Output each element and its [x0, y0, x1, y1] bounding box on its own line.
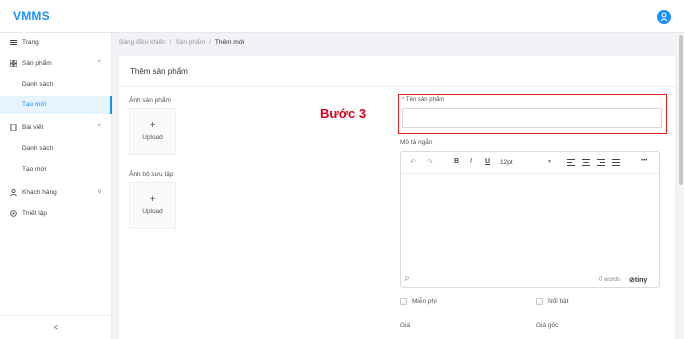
sidebar-subitem-product-list[interactable]: Danh sách	[0, 76, 112, 94]
sidebar-subitem-post-list[interactable]: Danh sách	[0, 140, 112, 158]
original-price-label: Giá gốc	[536, 322, 559, 329]
sidebar-item-products[interactable]: Sản phẩm ^	[0, 55, 112, 73]
undo-icon[interactable]: ↶	[410, 158, 416, 166]
sidebar-item-customers[interactable]: Khách hàng v	[0, 184, 112, 202]
align-center-icon[interactable]	[582, 159, 590, 166]
dashboard-icon	[10, 40, 17, 45]
sidebar-item-label: Danh sách	[22, 145, 54, 152]
word-count: 0 words	[599, 277, 621, 283]
gear-icon	[10, 210, 17, 217]
breadcrumb-current: Thêm mới	[214, 39, 245, 46]
sidebar-item-label: Tạo mới	[22, 101, 47, 108]
sidebar-item-label: Sản phẩm	[22, 60, 52, 67]
underline-button[interactable]: U	[485, 158, 490, 165]
breadcrumb-dashboard[interactable]: Bảng điều khiển	[119, 39, 166, 46]
gallery-label: Ảnh bộ sưu tập	[129, 171, 174, 178]
product-name-label-text: Tên sản phẩm	[405, 97, 445, 103]
sidebar-item-label: Danh sách	[22, 81, 54, 88]
sidebar-item-label: Tạo mới	[22, 166, 47, 173]
user-icon	[10, 189, 17, 196]
editor-content-area[interactable]	[401, 174, 659, 274]
sidebar-subitem-post-create[interactable]: Tạo mới	[0, 161, 112, 179]
collapse-sidebar-button[interactable]: <	[0, 315, 112, 339]
sidebar-item-posts[interactable]: Bài viết ^	[0, 119, 112, 137]
plus-icon: +	[149, 120, 156, 131]
page-scrollbar[interactable]	[678, 33, 684, 339]
chevron-down-icon: ▼	[547, 159, 552, 165]
grid-icon	[10, 60, 17, 67]
scrollbar-thumb[interactable]	[679, 35, 683, 185]
free-checkbox[interactable]	[400, 298, 407, 305]
breadcrumb-separator: /	[209, 39, 211, 46]
product-image-upload[interactable]: + Upload	[129, 108, 176, 155]
product-name-label: * Tên sản phẩm	[402, 97, 444, 103]
short-description-label: Mô tả ngắn	[400, 139, 433, 146]
upload-text: Upload	[142, 134, 163, 141]
italic-button[interactable]: I	[470, 158, 472, 165]
divider	[119, 86, 675, 87]
sidebar-item-settings[interactable]: Thiết lập	[0, 205, 112, 223]
redo-icon[interactable]: ↷	[427, 158, 433, 166]
font-size-select[interactable]: 12pt ▼	[497, 156, 555, 170]
font-size-value: 12pt	[500, 159, 513, 166]
editor-toolbar: ↶ ↷ B I U 12pt ▼ •••	[401, 152, 659, 174]
breadcrumb-products[interactable]: Sản phẩm	[175, 39, 205, 46]
sidebar-item-label: Thiết lập	[22, 210, 47, 217]
product-image-label: Ảnh sản phẩm	[129, 97, 171, 104]
sidebar-subitem-product-create[interactable]: Tạo mới	[0, 96, 112, 114]
featured-checkbox[interactable]	[536, 298, 543, 305]
sidebar-item-dashboard[interactable]: Trang	[0, 34, 112, 52]
breadcrumb: Bảng điều khiển / Sản phẩm / Thêm mới	[119, 39, 244, 46]
align-right-icon[interactable]	[597, 159, 605, 166]
tiny-logo: ⊘tiny	[629, 277, 648, 284]
tiny-brand-text: tiny	[634, 277, 648, 284]
element-path: P	[405, 277, 410, 283]
document-icon	[10, 124, 17, 131]
required-mark: *	[402, 97, 405, 103]
sidebar-item-label: Trang	[22, 39, 39, 46]
page-title: Thêm sản phẩm	[130, 67, 188, 76]
chevron-up-icon: ^	[98, 60, 101, 66]
sidebar: Trang Sản phẩm ^ Danh sách Tạo mới Bài v…	[0, 33, 112, 339]
editor-status-bar: P 0 words ⊘tiny	[401, 274, 659, 288]
align-justify-icon[interactable]	[612, 159, 620, 166]
align-left-icon[interactable]	[567, 159, 575, 166]
free-label: Miễn phí	[412, 298, 437, 305]
gallery-upload[interactable]: + Upload	[129, 182, 176, 229]
plus-icon: +	[149, 194, 156, 205]
more-options-icon[interactable]: •••	[641, 158, 647, 164]
rich-text-editor: ↶ ↷ B I U 12pt ▼ ••• P 0 words ⊘tiny	[400, 151, 660, 288]
breadcrumb-separator: /	[169, 39, 172, 46]
step-annotation: Bước 3	[320, 106, 367, 121]
upload-text: Upload	[142, 208, 163, 215]
chevron-down-icon: v	[98, 189, 101, 195]
product-name-highlight: * Tên sản phẩm	[398, 94, 667, 134]
top-bar: VMMS	[0, 0, 684, 33]
featured-label: Nổi bật	[548, 298, 569, 305]
bold-button[interactable]: B	[454, 158, 459, 165]
user-avatar-icon[interactable]	[657, 10, 671, 24]
chevron-up-icon: ^	[98, 124, 101, 130]
sidebar-item-label: Khách hàng	[22, 189, 57, 196]
sidebar-item-label: Bài viết	[22, 124, 44, 131]
product-name-input[interactable]	[402, 108, 662, 128]
price-label: Giá	[400, 322, 411, 329]
brand-logo[interactable]: VMMS	[13, 9, 50, 23]
